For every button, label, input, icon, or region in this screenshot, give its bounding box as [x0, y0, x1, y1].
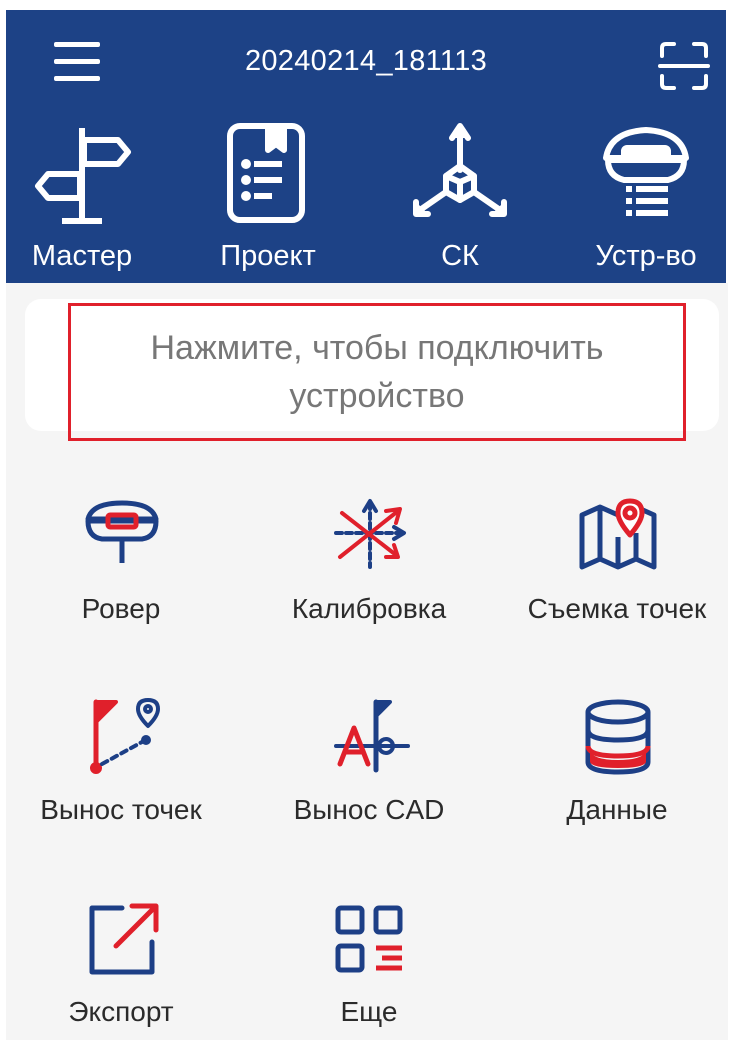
point-survey-map-icon	[579, 498, 657, 570]
tile-export[interactable]: Экспорт	[6, 900, 226, 1040]
gnss-receiver-icon	[603, 127, 689, 216]
signpost-icon	[35, 128, 131, 224]
export-icon	[89, 903, 159, 975]
tile-export-label: Экспорт	[68, 996, 174, 1027]
project-document-icon	[227, 123, 305, 223]
tile-more[interactable]: Еще	[254, 900, 474, 1040]
project-title: 20240214_181113	[244, 45, 488, 77]
nav-project-label: Проект	[220, 240, 316, 272]
tile-stakeout-cad-label: Вынос CAD	[293, 794, 445, 825]
tile-point-survey[interactable]: Съемка точек	[502, 497, 722, 657]
app-header: 20240214_181113 Мастер Проект СК Устр-во	[6, 10, 726, 283]
tile-more-label: Еще	[340, 996, 398, 1027]
coordinate-system-icon	[413, 123, 507, 217]
nav-device[interactable]: Устр-во	[576, 122, 716, 282]
nav-master[interactable]: Мастер	[12, 122, 152, 282]
tile-data-label: Данные	[566, 794, 668, 825]
tile-stakeout-cad[interactable]: Вынос CAD	[254, 698, 474, 858]
nav-coordinate-system-label: СК	[441, 240, 479, 272]
tile-point-survey-label: Съемка точек	[527, 593, 707, 624]
tile-rover-label: Ровер	[81, 593, 161, 624]
nav-coordinate-system[interactable]: СК	[390, 122, 530, 282]
scan-icon	[658, 42, 710, 90]
scan-button[interactable]	[658, 40, 710, 92]
connect-device-button[interactable]: Нажмите, чтобы подключить устройство	[68, 303, 686, 441]
stakeout-cad-icon	[334, 699, 410, 773]
tile-data[interactable]: Данные	[502, 698, 722, 858]
rover-icon	[85, 500, 159, 563]
tile-stakeout-points-label: Вынос точек	[40, 794, 202, 825]
nav-master-label: Мастер	[31, 240, 133, 272]
more-grid-icon	[335, 905, 403, 973]
database-icon	[585, 699, 651, 775]
tile-calibration[interactable]: Калибровка	[254, 497, 474, 657]
tile-stakeout-points[interactable]: Вынос точек	[6, 698, 226, 858]
calibration-icon	[334, 499, 406, 569]
nav-device-label: Устр-во	[595, 240, 697, 272]
hamburger-menu-icon	[54, 42, 100, 81]
tile-calibration-label: Калибровка	[291, 593, 447, 624]
stakeout-points-icon	[90, 698, 160, 774]
menu-button[interactable]	[54, 40, 104, 86]
nav-project[interactable]: Проект	[198, 122, 338, 282]
tile-rover[interactable]: Ровер	[6, 497, 226, 657]
connect-device-label: Нажмите, чтобы подключить устройство	[150, 329, 604, 415]
